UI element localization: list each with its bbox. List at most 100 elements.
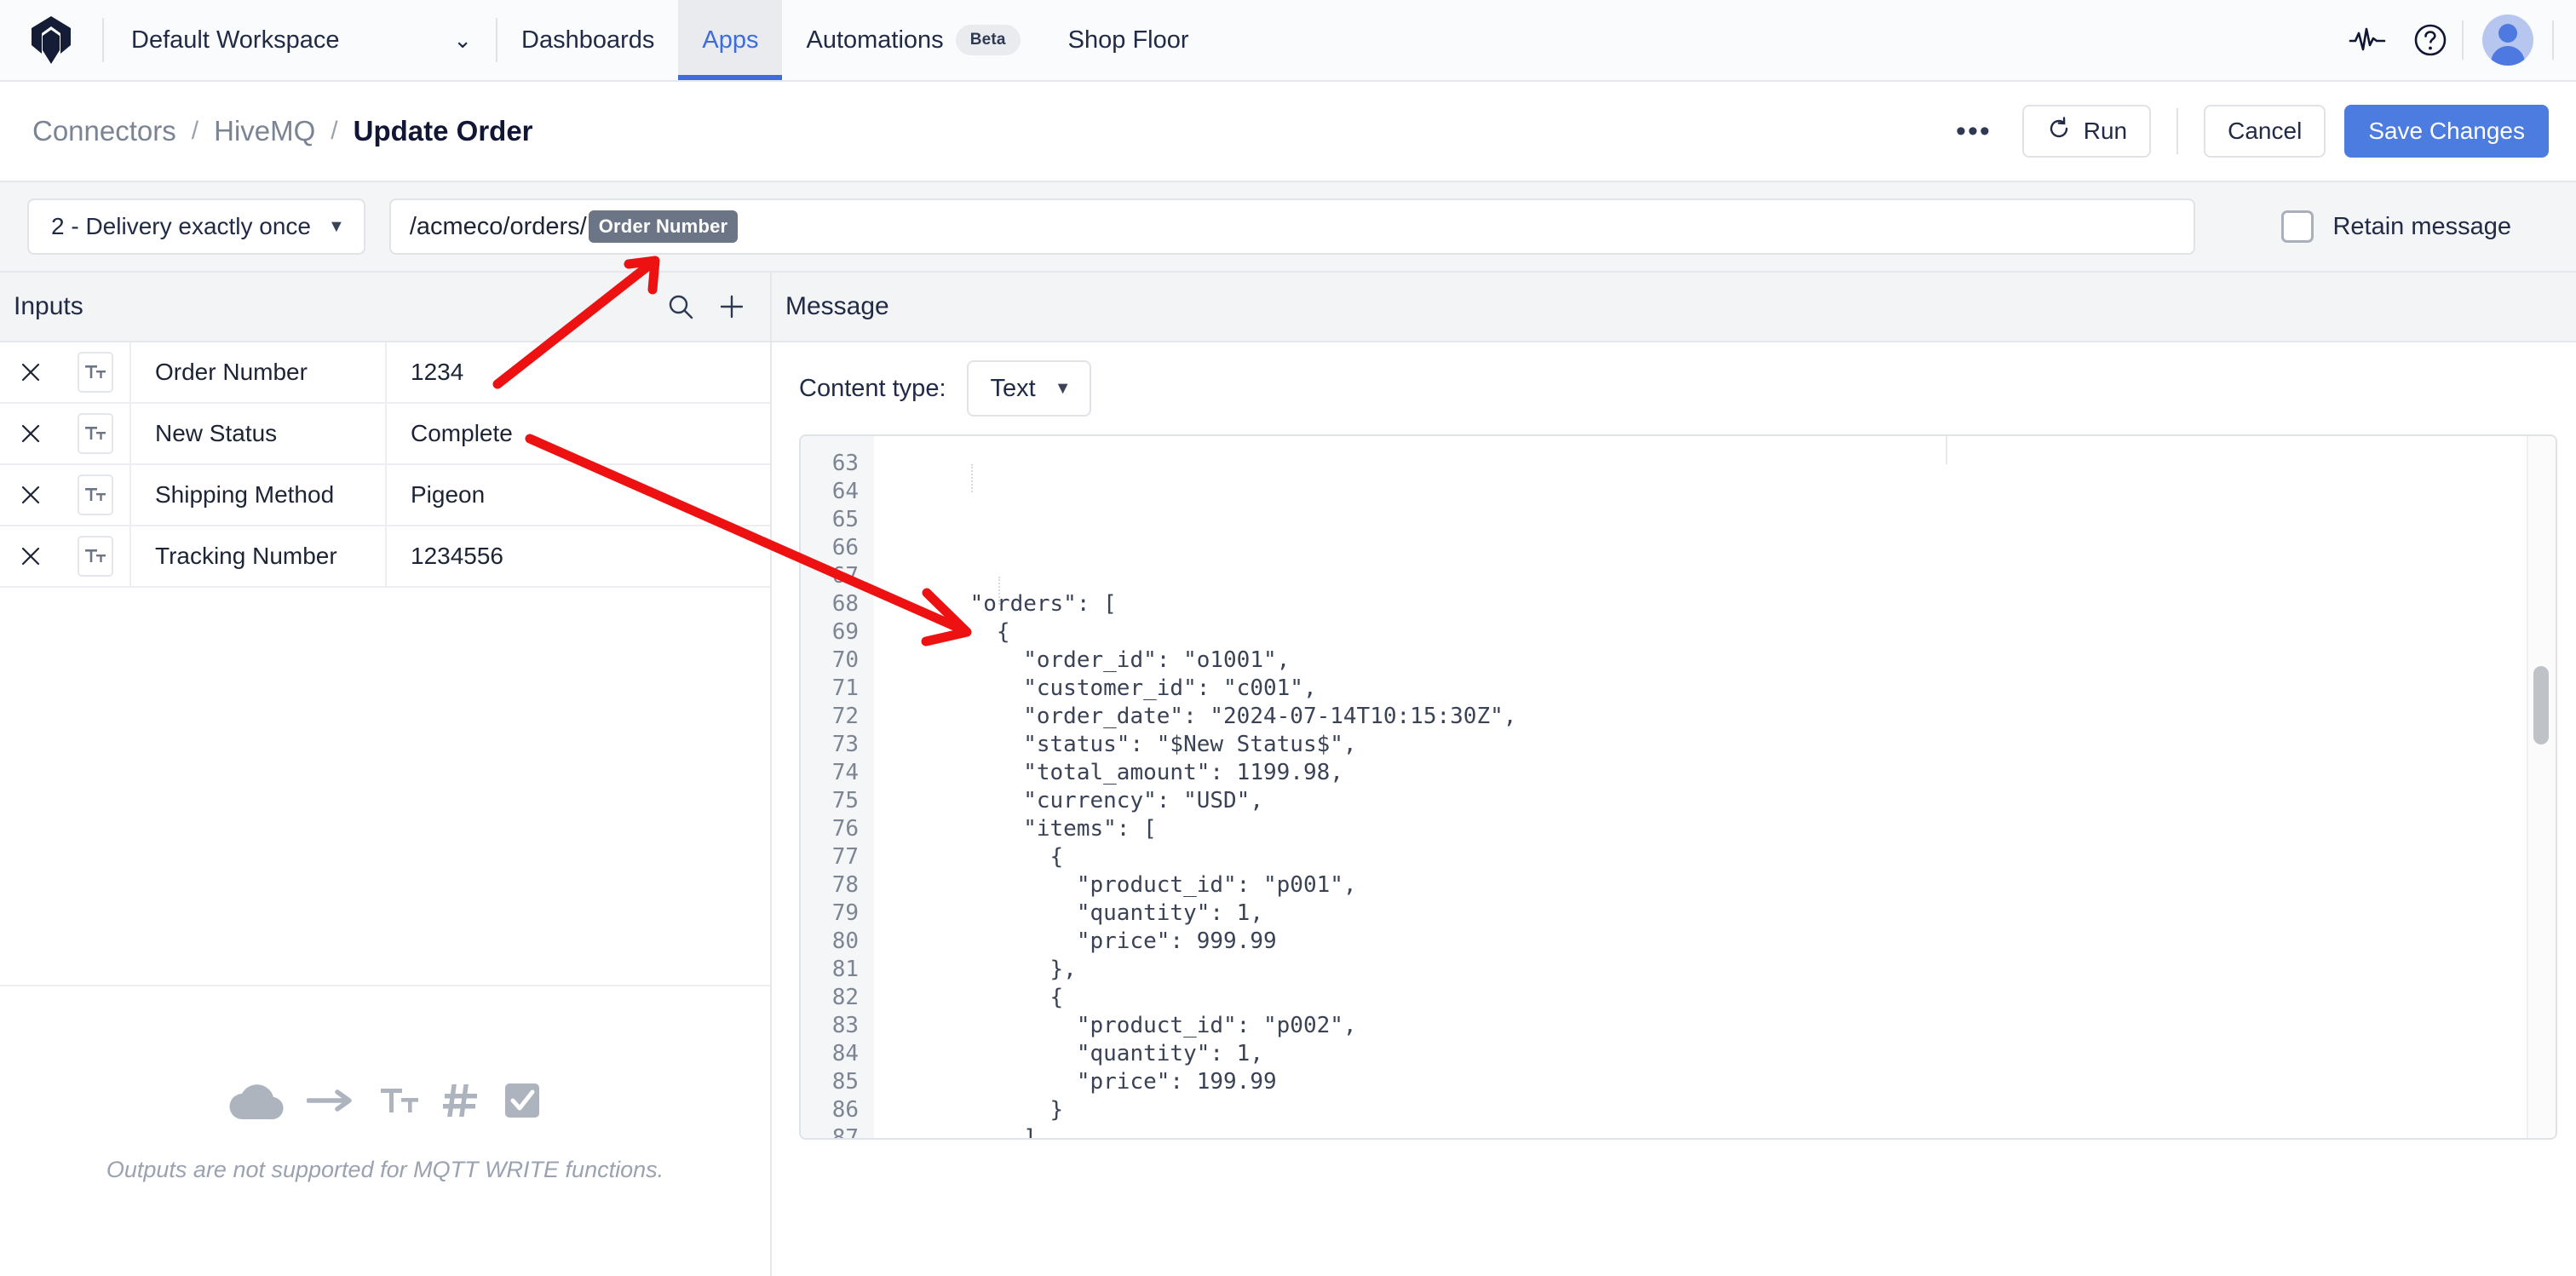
avatar-divider-right	[2552, 20, 2554, 60]
editor-code-content[interactable]: "orders": [ { "order_id": "o1001", "cust…	[874, 436, 2556, 1138]
remove-input-button[interactable]	[0, 342, 61, 402]
code-line[interactable]: "quantity": 1,	[917, 900, 2556, 928]
code-line[interactable]: {	[917, 618, 2556, 647]
tab-apps[interactable]: Apps	[678, 0, 783, 80]
code-line[interactable]: "price": 999.99	[917, 928, 2556, 956]
app-logo[interactable]	[0, 0, 102, 80]
main-nav-tabs: Dashboards Apps Automations Beta Shop Fl…	[497, 0, 1213, 80]
editor-scrollbar-thumb[interactable]	[2533, 666, 2549, 744]
message-editor[interactable]: 63 64 65 66 67 68 69 70 71 72 73 74 75 76 77 78 79 80 81 82…	[799, 434, 2557, 1140]
input-type-cell[interactable]	[61, 404, 131, 463]
input-name: Tracking Number	[131, 526, 387, 586]
table-row[interactable]: Shipping Method Pigeon	[0, 465, 770, 526]
line-number: 69	[831, 619, 859, 645]
breadcrumb-item-hivemq[interactable]: HiveMQ	[214, 115, 315, 147]
avatar[interactable]	[2482, 14, 2533, 66]
tab-automations[interactable]: Automations Beta	[782, 0, 1044, 80]
qos-select-value: 2 - Delivery exactly once	[51, 213, 312, 239]
breadcrumb-item-connectors[interactable]: Connectors	[32, 115, 176, 147]
content-type-select[interactable]: Text ▼	[966, 360, 1092, 417]
code-line[interactable]: "order_id": "o1001",	[917, 647, 2556, 675]
line-number: 86	[831, 1097, 859, 1123]
editor-ruler	[1946, 436, 1947, 464]
text-type-icon	[78, 352, 113, 393]
text-type-icon	[78, 536, 113, 577]
remove-input-button[interactable]	[0, 404, 61, 463]
code-line[interactable]: "status": "$New Status$",	[917, 731, 2556, 759]
input-type-cell[interactable]	[61, 465, 131, 525]
topic-input[interactable]: /acmeco/orders/ Order Number	[388, 198, 2195, 255]
page-actions: ••• Run Cancel Save Changes	[1944, 105, 2549, 158]
help-circle-icon[interactable]	[2399, 9, 2462, 72]
editor-scrollbar[interactable]	[2527, 436, 2556, 1138]
tab-dashboards[interactable]: Dashboards	[497, 0, 678, 80]
code-line[interactable]: "order_date": "2024-07-14T10:15:30Z",	[917, 703, 2556, 731]
table-row[interactable]: New Status Complete	[0, 404, 770, 465]
line-number: 72	[831, 704, 859, 729]
code-line[interactable]: {	[917, 984, 2556, 1012]
save-changes-button[interactable]: Save Changes	[2344, 105, 2549, 158]
line-number: 74	[831, 760, 859, 785]
code-line[interactable]: }	[917, 1096, 2556, 1124]
search-icon[interactable]	[666, 292, 695, 321]
input-name: New Status	[131, 404, 387, 463]
code-line[interactable]: "quantity": 1,	[917, 1040, 2556, 1068]
save-changes-label: Save Changes	[2368, 118, 2525, 144]
code-line[interactable]: ],	[917, 1124, 2556, 1138]
line-number: 79	[831, 900, 859, 926]
run-refresh-icon	[2046, 116, 2072, 147]
workspace-selector[interactable]: Default Workspace ⌄	[104, 0, 496, 80]
code-line[interactable]: "product_id": "p002",	[917, 1012, 2556, 1040]
chevron-down-icon: ⌄	[453, 27, 472, 53]
code-line[interactable]: "orders": [	[917, 590, 2556, 618]
retain-message-checkbox[interactable]	[2281, 210, 2314, 243]
action-divider	[2176, 108, 2179, 154]
close-icon	[21, 363, 40, 382]
input-value[interactable]: Complete	[387, 404, 770, 463]
table-row[interactable]: Order Number 1234	[0, 342, 770, 404]
message-panel: Message Content type: Text ▼ 63 64 65 66 67 6…	[772, 273, 2576, 1276]
table-row[interactable]: Tracking Number 1234556	[0, 526, 770, 588]
more-options-button[interactable]: •••	[1944, 117, 2004, 146]
activity-pulse-icon[interactable]	[2336, 9, 2399, 72]
run-button[interactable]: Run	[2021, 105, 2152, 158]
line-number: 65	[831, 507, 859, 532]
cancel-button[interactable]: Cancel	[2204, 105, 2326, 158]
plus-icon[interactable]	[717, 292, 746, 321]
code-line[interactable]: "customer_id": "c001",	[917, 675, 2556, 703]
text-type-glyph	[85, 365, 106, 378]
qos-select[interactable]: 2 - Delivery exactly once ▼	[27, 198, 365, 255]
code-line[interactable]: {	[917, 843, 2556, 871]
content-type-value: Text	[990, 374, 1036, 402]
remove-input-button[interactable]	[0, 465, 61, 525]
inputs-panel-title: Inputs	[14, 292, 83, 320]
tab-automations-label: Automations	[806, 26, 944, 54]
input-value[interactable]: Pigeon	[387, 465, 770, 525]
tab-shop-floor[interactable]: Shop Floor	[1044, 0, 1213, 80]
breadcrumb: Connectors / HiveMQ / Update Order	[32, 115, 533, 147]
code-editor[interactable]: 63 64 65 66 67 68 69 70 71 72 73 74 75 76 77 78 79 80 81 82…	[801, 436, 2556, 1138]
content-type-label: Content type:	[799, 374, 946, 402]
retain-message-toggle[interactable]: Retain message	[2281, 210, 2550, 243]
inputs-panel-actions	[666, 292, 746, 321]
input-value[interactable]: 1234	[387, 342, 770, 402]
avatar-body	[2491, 46, 2525, 66]
input-value[interactable]: 1234556	[387, 526, 770, 586]
code-line[interactable]: "product_id": "p001",	[917, 871, 2556, 900]
input-name: Shipping Method	[131, 465, 387, 525]
remove-input-button[interactable]	[0, 526, 61, 586]
breadcrumb-separator-1: /	[191, 117, 199, 145]
arrow-right-icon	[307, 1089, 352, 1112]
number-type-icon	[443, 1083, 477, 1117]
input-type-cell[interactable]	[61, 526, 131, 586]
inputs-empty-space	[0, 588, 770, 986]
code-line[interactable]: },	[917, 956, 2556, 984]
code-line[interactable]: "price": 199.99	[917, 1068, 2556, 1096]
code-line[interactable]: "total_amount": 1199.98,	[917, 759, 2556, 787]
topic-variable-token[interactable]: Order Number	[588, 210, 739, 243]
input-type-cell[interactable]	[61, 342, 131, 402]
code-line[interactable]: "items": [	[917, 815, 2556, 843]
top-navigation-bar: Default Workspace ⌄ Dashboards Apps Auto…	[0, 0, 2576, 82]
top-bar-right-actions	[2336, 0, 2576, 80]
code-line[interactable]: "currency": "USD",	[917, 787, 2556, 815]
